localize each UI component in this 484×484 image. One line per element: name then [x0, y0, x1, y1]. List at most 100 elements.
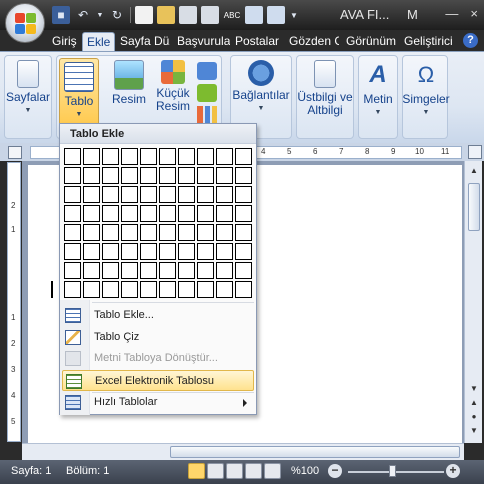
table-grid-cell[interactable]: [197, 148, 214, 165]
menu-item-quick-tables[interactable]: Hızlı Tablolar: [62, 392, 254, 413]
picture-button[interactable]: Resim: [111, 60, 147, 106]
table-grid-cell[interactable]: [178, 167, 195, 184]
table-grid-cell[interactable]: [102, 205, 119, 222]
table-grid-cell[interactable]: [216, 262, 233, 279]
edit-icon[interactable]: [267, 6, 285, 24]
table-grid-cell[interactable]: [102, 262, 119, 279]
table-grid-cell[interactable]: [178, 281, 195, 298]
table-grid-cell[interactable]: [83, 148, 100, 165]
tab-sayfa-duzeni[interactable]: Sayfa Düz: [116, 32, 170, 51]
table-grid-cell[interactable]: [216, 224, 233, 241]
table-grid-cell[interactable]: [159, 281, 176, 298]
table-grid-cell[interactable]: [121, 148, 138, 165]
table-grid-cell[interactable]: [178, 262, 195, 279]
menu-item-draw-table[interactable]: Tablo Çiz: [62, 327, 254, 348]
vertical-scrollbar[interactable]: ▲ ▼ ▲ ● ▼: [464, 161, 482, 443]
table-grid-cell[interactable]: [197, 167, 214, 184]
table-grid-cell[interactable]: [121, 224, 138, 241]
table-grid-cell[interactable]: [102, 224, 119, 241]
table-grid-cell[interactable]: [216, 186, 233, 203]
new-document-icon[interactable]: [135, 6, 153, 24]
tab-ekle[interactable]: Ekle: [82, 32, 116, 51]
table-grid-cell[interactable]: [140, 262, 157, 279]
table-grid-cell[interactable]: [83, 281, 100, 298]
table-grid-cell[interactable]: [83, 186, 100, 203]
zoom-slider-thumb[interactable]: [389, 465, 396, 477]
table-grid-cell[interactable]: [235, 281, 252, 298]
tab-gozden-gecir[interactable]: Gözden G: [285, 32, 339, 51]
text-button[interactable]: A Metin ▼: [359, 60, 397, 119]
table-grid-cell[interactable]: [64, 281, 81, 298]
page-indicator[interactable]: Sayfa: 1: [11, 465, 51, 477]
symbols-button[interactable]: Ω Simgeler ▼: [402, 60, 449, 119]
tab-basvurular[interactable]: Başvurula: [173, 32, 230, 51]
tab-postalar[interactable]: Postalar: [231, 32, 283, 51]
smartart-icon[interactable]: [197, 84, 217, 102]
table-grid-cell[interactable]: [159, 205, 176, 222]
table-grid-cell[interactable]: [64, 148, 81, 165]
table-grid-cell[interactable]: [178, 186, 195, 203]
table-grid-cell[interactable]: [235, 243, 252, 260]
repeat-icon[interactable]: ↻: [108, 6, 126, 24]
print-preview-icon[interactable]: [179, 6, 197, 24]
table-grid-cell[interactable]: [235, 224, 252, 241]
clipart-button[interactable]: Küçük Resim: [153, 60, 193, 113]
tab-gelistirici[interactable]: Geliştirici: [400, 32, 457, 51]
table-grid-cell[interactable]: [216, 281, 233, 298]
table-grid-cell[interactable]: [235, 148, 252, 165]
table-grid-cell[interactable]: [83, 224, 100, 241]
table-grid-cell[interactable]: [64, 262, 81, 279]
menu-item-excel-spreadsheet[interactable]: Excel Elektronik Tablosu: [62, 370, 254, 391]
minimize-button[interactable]: —: [445, 6, 458, 21]
quick-print-icon[interactable]: [201, 6, 219, 24]
header-footer-button[interactable]: Üstbilgi ve Altbilgi: [297, 60, 353, 117]
select-browse-object-icon[interactable]: ●: [468, 411, 480, 423]
table-grid-cell[interactable]: [216, 148, 233, 165]
table-grid-cell[interactable]: [197, 205, 214, 222]
table-grid-cell[interactable]: [197, 262, 214, 279]
table-grid-cell[interactable]: [178, 205, 195, 222]
table-grid-cell[interactable]: [197, 243, 214, 260]
table-grid-cell[interactable]: [64, 167, 81, 184]
tab-selector-icon[interactable]: [8, 146, 22, 159]
full-screen-reading-icon[interactable]: [207, 463, 224, 479]
table-grid-cell[interactable]: [140, 205, 157, 222]
print-layout-icon[interactable]: [188, 463, 205, 479]
table-grid-cell[interactable]: [197, 186, 214, 203]
undo-dropdown-icon[interactable]: ▼: [96, 6, 104, 24]
links-button[interactable]: Bağlantılar ▼: [231, 60, 291, 115]
help-icon[interactable]: ?: [463, 33, 478, 48]
table-grid-cell[interactable]: [83, 167, 100, 184]
table-grid-cell[interactable]: [102, 167, 119, 184]
undo-icon[interactable]: ↶: [74, 6, 92, 24]
table-grid-cell[interactable]: [140, 186, 157, 203]
open-folder-icon[interactable]: [157, 6, 175, 24]
table-grid-cell[interactable]: [159, 186, 176, 203]
table-grid-cell[interactable]: [102, 281, 119, 298]
section-indicator[interactable]: Bölüm: 1: [66, 465, 109, 477]
vertical-scroll-thumb[interactable]: [468, 183, 480, 231]
table-grid-cell[interactable]: [121, 167, 138, 184]
horizontal-scroll-thumb[interactable]: [170, 446, 460, 458]
table-grid-cell[interactable]: [235, 205, 252, 222]
chart-icon[interactable]: [197, 106, 217, 124]
outline-icon[interactable]: [245, 463, 262, 479]
zoom-level[interactable]: %100: [291, 465, 319, 477]
office-button[interactable]: [5, 3, 45, 43]
horizontal-scrollbar[interactable]: [22, 443, 464, 460]
zoom-out-icon[interactable]: −: [328, 464, 342, 478]
spelling-icon[interactable]: ABC: [223, 6, 241, 24]
table-grid-cell[interactable]: [121, 262, 138, 279]
table-grid-cell[interactable]: [216, 167, 233, 184]
scroll-up-icon[interactable]: ▲: [468, 165, 480, 177]
table-grid-cell[interactable]: [64, 186, 81, 203]
table-grid-cell[interactable]: [102, 148, 119, 165]
previous-page-icon[interactable]: ▲: [468, 397, 480, 409]
table-grid-cell[interactable]: [235, 262, 252, 279]
table-grid-cell[interactable]: [83, 243, 100, 260]
table-grid-cell[interactable]: [197, 281, 214, 298]
menu-item-insert-table[interactable]: Tablo Ekle...: [62, 305, 254, 326]
table-grid-cell[interactable]: [83, 205, 100, 222]
table-grid-cell[interactable]: [159, 243, 176, 260]
web-layout-icon[interactable]: [226, 463, 243, 479]
